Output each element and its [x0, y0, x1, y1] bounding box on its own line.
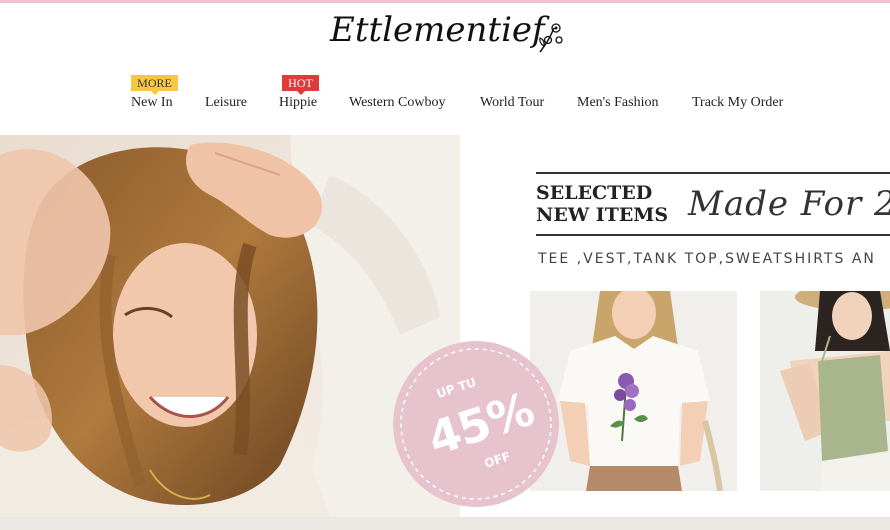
- nav-item-track-my-order[interactable]: Track My Order: [692, 95, 783, 111]
- hot-badge: HOT: [282, 75, 319, 95]
- promo-subtitle: TEE ,VEST,TANK TOP,SWEATSHIRTS AN: [538, 251, 876, 267]
- bottom-strip: [0, 517, 890, 530]
- nav-item-hippie[interactable]: Hippie: [279, 95, 317, 111]
- top-accent-strip: [0, 0, 890, 3]
- more-badge: MORE: [131, 75, 178, 95]
- promo-heading: SELECTED NEW ITEMS Made For 2: [536, 172, 890, 236]
- nav-item-western-cowboy[interactable]: Western Cowboy: [349, 95, 445, 111]
- promo-script-text: Made For 2: [688, 184, 890, 224]
- hero-banner[interactable]: SELECTED NEW ITEMS Made For 2 TEE ,VEST,…: [0, 135, 890, 517]
- flower-icon: [539, 23, 563, 53]
- nav-item-leisure[interactable]: Leisure: [205, 95, 247, 111]
- discount-badge[interactable]: UP TU 45% OFF: [391, 339, 561, 509]
- promo-selected-line2: NEW ITEMS: [536, 204, 669, 226]
- promo-selected-line1: SELECTED: [536, 182, 653, 204]
- logo-text: Ettlementief: [330, 10, 545, 50]
- nav-item-mens-fashion[interactable]: Men's Fashion: [577, 95, 658, 111]
- main-nav: MORE HOT New In Leisure Hippie Western C…: [0, 70, 890, 120]
- product-photo-tee[interactable]: [530, 291, 737, 491]
- promo-top-rule: [536, 172, 890, 174]
- promo-bottom-rule: [536, 234, 890, 236]
- promo-selected-text: SELECTED NEW ITEMS: [536, 182, 668, 226]
- nav-item-world-tour[interactable]: World Tour: [480, 95, 544, 111]
- site-logo[interactable]: Ettlementief: [330, 6, 570, 64]
- nav-item-new-in[interactable]: New In: [131, 95, 173, 111]
- product-photo-tank-top[interactable]: [760, 291, 890, 491]
